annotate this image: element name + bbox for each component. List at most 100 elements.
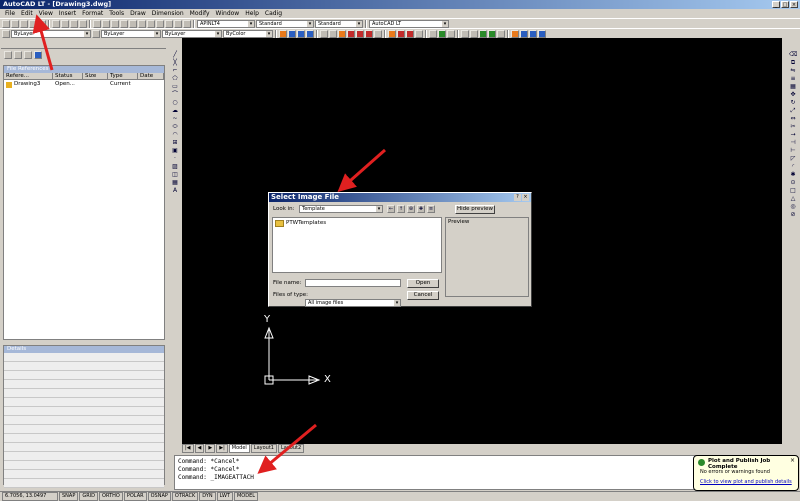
tab-nav-last-icon[interactable]: ▶| — [216, 443, 228, 453]
views-icon[interactable]: ≡ — [427, 205, 435, 213]
menu-edit[interactable]: Edit — [18, 9, 36, 18]
file-name-field[interactable] — [305, 279, 401, 287]
array-icon[interactable]: ▦ — [789, 83, 797, 90]
rotate-icon[interactable]: ↻ — [789, 99, 797, 106]
undo-icon[interactable] — [93, 20, 101, 28]
leader-icon[interactable] — [415, 30, 423, 38]
notification-link[interactable]: Click to view plot and publish details — [700, 479, 792, 485]
stretch-icon[interactable]: ⇔ — [789, 115, 797, 122]
markup-icon[interactable] — [174, 20, 182, 28]
save-icon[interactable] — [20, 20, 28, 28]
ellipse-icon[interactable]: ⬭ — [171, 123, 179, 130]
point-icon[interactable]: · — [171, 155, 179, 162]
view-1-icon[interactable] — [279, 30, 287, 38]
view-8-icon[interactable] — [538, 30, 546, 38]
open-button[interactable]: Open — [407, 279, 439, 288]
preview-icon[interactable] — [38, 20, 46, 28]
linetype-combo[interactable]: ByLayer — [101, 30, 161, 38]
arc-icon[interactable]: ⌒ — [171, 91, 179, 98]
help-panel-icon[interactable] — [34, 51, 42, 59]
view-5-icon[interactable] — [511, 30, 519, 38]
trim-icon[interactable]: ✂ — [789, 123, 797, 130]
insert-block-icon[interactable]: ⊞ — [171, 139, 179, 146]
dim-arc-icon[interactable] — [338, 30, 346, 38]
menu-window[interactable]: Window — [213, 9, 243, 18]
tab-nav-next-icon[interactable]: ▶ — [205, 443, 216, 453]
view-7-icon[interactable] — [529, 30, 537, 38]
copy-icon[interactable] — [61, 20, 69, 28]
view-2-icon[interactable] — [288, 30, 296, 38]
snap-none-icon[interactable]: ⊘ — [789, 211, 797, 218]
zoom-window-icon[interactable] — [129, 20, 137, 28]
column-status[interactable]: Status — [53, 73, 83, 80]
mtext-icon[interactable]: A — [171, 187, 179, 194]
region-icon[interactable]: ◫ — [171, 171, 179, 178]
erase-icon[interactable]: ⌫ — [789, 51, 797, 58]
snap-tool-5-icon[interactable] — [497, 30, 505, 38]
design-center-icon[interactable] — [156, 20, 164, 28]
color-combo[interactable]: ByColor — [223, 30, 273, 38]
maximize-button[interactable]: □ — [781, 1, 789, 8]
look-in-combo[interactable]: Template — [299, 205, 383, 213]
snap-tool-3-icon[interactable] — [479, 30, 487, 38]
make-block-icon[interactable]: ▣ — [171, 147, 179, 154]
menu-modify[interactable]: Modify — [187, 9, 213, 18]
view-3-icon[interactable] — [297, 30, 305, 38]
make-current-icon[interactable] — [92, 30, 100, 38]
continue-icon[interactable] — [406, 30, 414, 38]
center-mark-icon[interactable] — [438, 30, 446, 38]
polyline-icon[interactable]: ⌐ — [171, 67, 179, 74]
extend-icon[interactable]: → — [789, 131, 797, 138]
zoom-previous-icon[interactable] — [138, 20, 146, 28]
menu-help[interactable]: Help — [242, 9, 262, 18]
menu-tools[interactable]: Tools — [106, 9, 127, 18]
open-icon[interactable] — [11, 20, 19, 28]
quick-dim-icon[interactable] — [388, 30, 396, 38]
explode-icon[interactable]: ✱ — [789, 171, 797, 178]
dim-angular-icon[interactable] — [374, 30, 382, 38]
layer-manager-icon[interactable] — [2, 30, 10, 38]
osnap-toggle[interactable]: OSNAP — [147, 491, 171, 501]
tab-nav-prev-icon[interactable]: ◀ — [194, 443, 205, 453]
tab-layout1[interactable]: Layout1 — [250, 443, 277, 453]
column-date[interactable]: Date — [138, 73, 164, 80]
paste-icon[interactable] — [70, 20, 78, 28]
list-item[interactable]: PTWTemplates — [273, 218, 441, 228]
dim-aligned-icon[interactable] — [329, 30, 337, 38]
menu-draw[interactable]: Draw — [127, 9, 149, 18]
zoom-realtime-icon[interactable] — [120, 20, 128, 28]
tab-model[interactable]: Model — [228, 443, 250, 453]
dim-style-combo[interactable]: Standard — [256, 20, 314, 28]
table-style-combo[interactable]: Standard — [315, 20, 363, 28]
up-folder-icon[interactable]: ↑ — [397, 205, 405, 213]
menu-format[interactable]: Format — [79, 9, 106, 18]
back-icon[interactable]: ← — [387, 205, 395, 213]
column-type[interactable]: Type — [108, 73, 138, 80]
circle-icon[interactable]: ○ — [171, 99, 179, 106]
spline-icon[interactable]: ~ — [171, 115, 179, 122]
otrack-toggle[interactable]: OTRACK — [171, 491, 199, 501]
pan-icon[interactable] — [111, 20, 119, 28]
redo-icon[interactable] — [102, 20, 110, 28]
chamfer-icon[interactable]: ◸ — [789, 155, 797, 162]
tolerance-icon[interactable] — [429, 30, 437, 38]
help-icon[interactable] — [183, 20, 191, 28]
tab-nav-first-icon[interactable]: |◀ — [182, 443, 194, 453]
dialog-help-button[interactable]: ? — [514, 194, 521, 201]
ortho-toggle[interactable]: ORTHO — [99, 491, 123, 501]
grid-toggle[interactable]: GRID — [79, 491, 99, 501]
new-folder-icon[interactable]: ✚ — [417, 205, 425, 213]
view-4-icon[interactable] — [306, 30, 314, 38]
fillet-icon[interactable]: ◜ — [789, 163, 797, 170]
snap-center-icon[interactable]: ◎ — [789, 203, 797, 210]
minimize-button[interactable]: _ — [772, 1, 780, 8]
search-web-icon[interactable]: ⊛ — [407, 205, 415, 213]
dim-ordinate-icon[interactable] — [347, 30, 355, 38]
files-of-type-combo[interactable]: All image files — [305, 299, 401, 307]
properties-icon[interactable] — [147, 20, 155, 28]
text-style-combo[interactable]: APINLT4 — [197, 20, 255, 28]
match-properties-icon[interactable] — [79, 20, 87, 28]
snap-midpoint-icon[interactable]: △ — [789, 195, 797, 202]
dialog-close-button[interactable]: × — [522, 194, 529, 201]
table-icon[interactable]: ▦ — [171, 179, 179, 186]
